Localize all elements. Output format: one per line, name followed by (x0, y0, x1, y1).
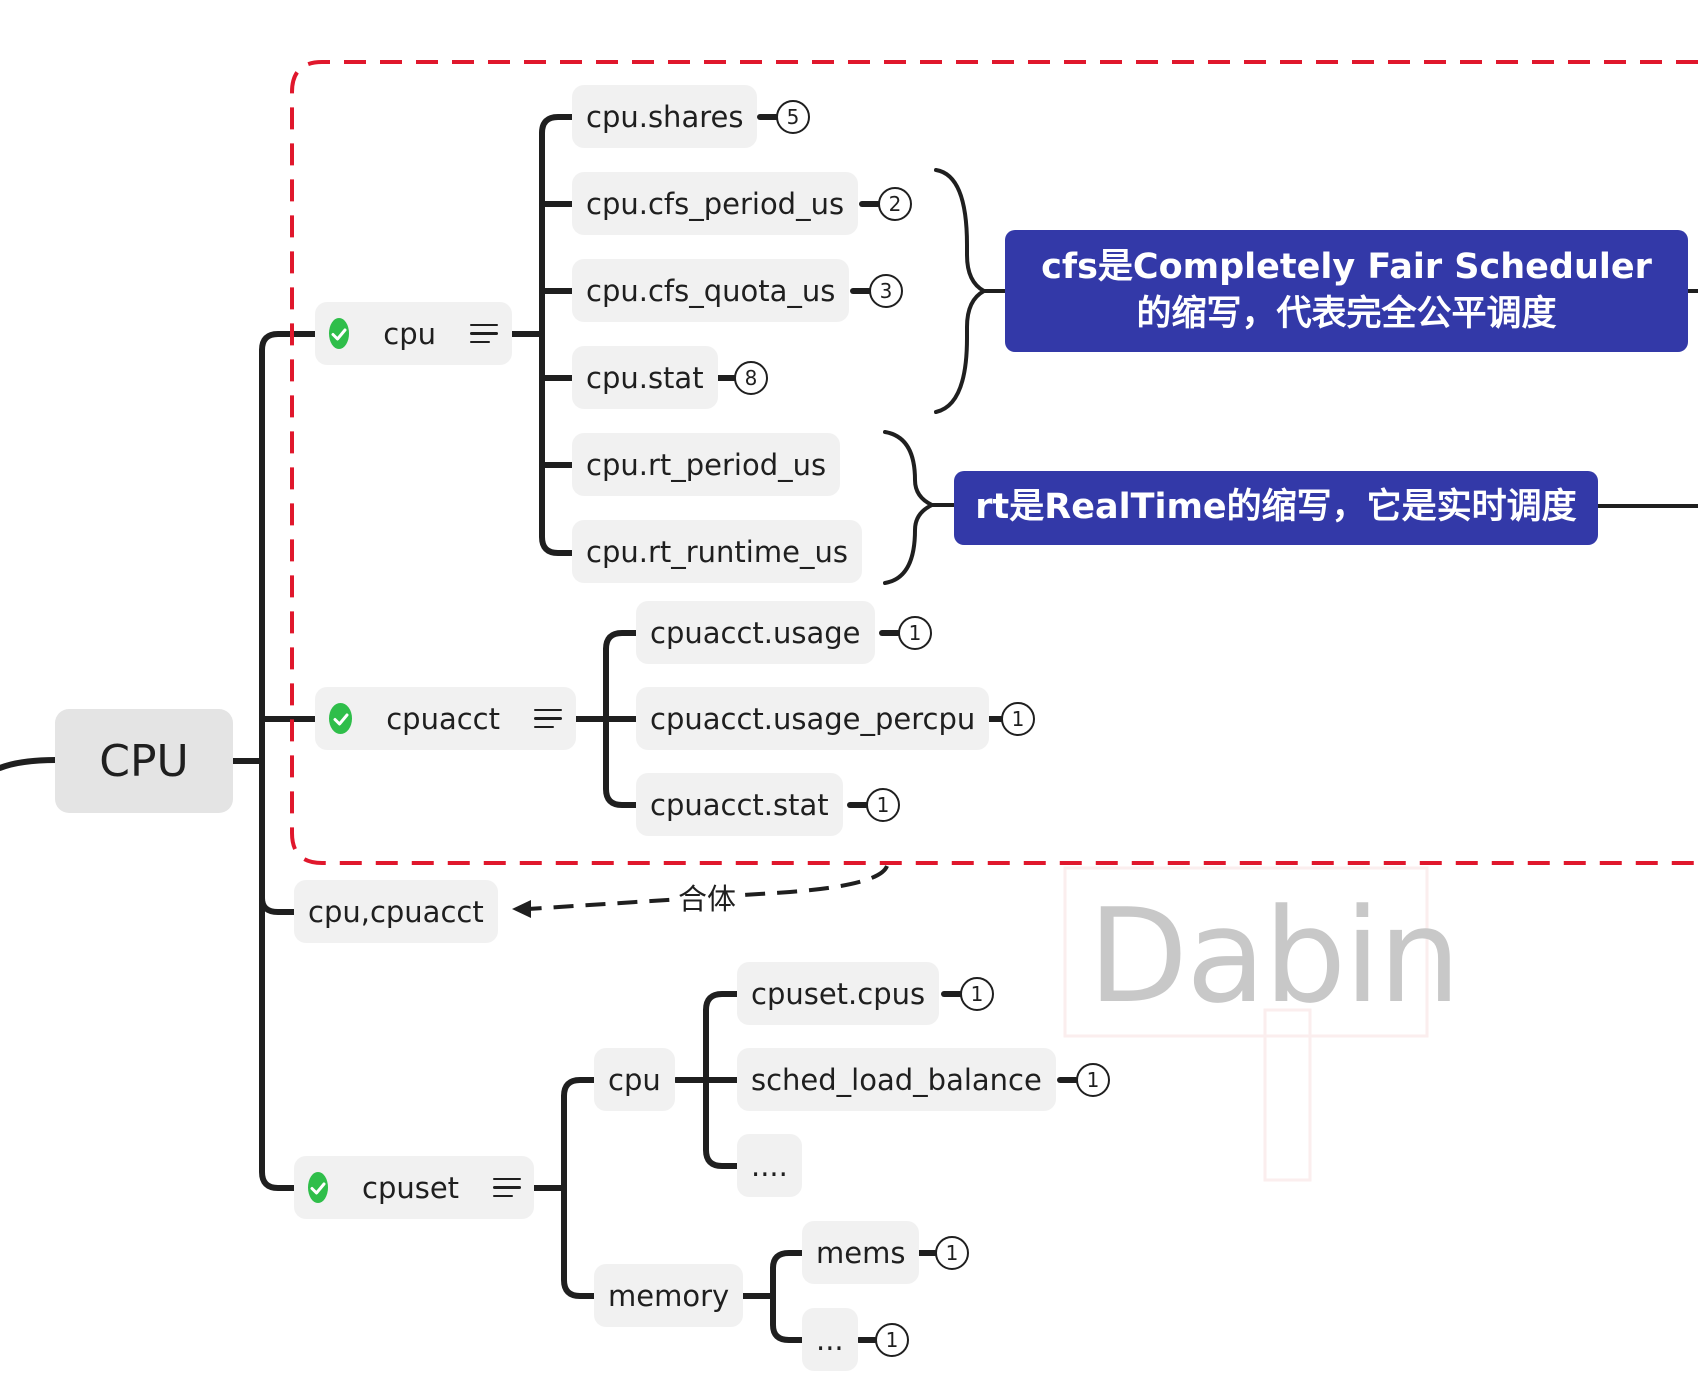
leaf-label: cpu.shares (586, 99, 744, 134)
leaf-cpuacct-usage-percpu[interactable]: cpuacct.usage_percpu (636, 687, 990, 750)
leaf-cpu-cfs-period-us[interactable]: cpu.cfs_period_us (572, 172, 859, 235)
leaf-cpu-stat[interactable]: cpu.stat (572, 346, 718, 409)
leaf-label: cpuacct.usage (650, 615, 861, 650)
count-badge[interactable]: 1 (875, 1323, 909, 1357)
leaf-cpuset-cpus[interactable]: cpuset.cpus (737, 962, 940, 1025)
leaf-label: sched_load_balance (751, 1062, 1042, 1097)
leaf-label: mems (816, 1235, 906, 1270)
notes-lines-icon[interactable] (470, 323, 498, 344)
leaf-label: .... (751, 1148, 788, 1183)
root-label: CPU (99, 735, 189, 787)
leaf-cpuacct-stat[interactable]: cpuacct.stat (636, 773, 843, 836)
count-badge[interactable]: 1 (866, 788, 900, 822)
count-badge[interactable]: 2 (878, 187, 912, 221)
leaf-label: cpu.rt_period_us (586, 447, 827, 482)
node-label: cpu,cpuacct (308, 894, 484, 929)
node-cpu-cpuacct-combined[interactable]: cpu,cpuacct (294, 880, 498, 943)
leaf-cpuset-more[interactable]: .... (737, 1134, 802, 1197)
node-cpuset-subsystem[interactable]: cpuset (294, 1156, 534, 1219)
leaf-label: ... (816, 1322, 844, 1357)
count-badge[interactable]: 5 (776, 100, 810, 134)
node-label: cpu (383, 316, 436, 351)
leaf-label: cpu.rt_runtime_us (586, 534, 848, 569)
mindmap-canvas: Dabin CPU cpu cpu.shares 5 cpu.cfs_perio… (0, 0, 1698, 1384)
count-badge[interactable]: 1 (935, 1236, 969, 1270)
merge-arrow-label: 合体 (676, 876, 739, 918)
check-circle-icon (308, 1172, 328, 1203)
leaf-label: cpuacct.stat (650, 787, 829, 822)
leaf-memory-more[interactable]: ... (802, 1308, 858, 1371)
node-label: cpuset (362, 1170, 460, 1205)
count-badge[interactable]: 3 (869, 274, 903, 308)
notes-lines-icon[interactable] (534, 708, 562, 729)
node-cpuset-cpu[interactable]: cpu (594, 1048, 675, 1111)
count-badge[interactable]: 1 (960, 977, 994, 1011)
count-badge[interactable]: 1 (1001, 702, 1035, 736)
count-badge[interactable]: 1 (1076, 1063, 1110, 1097)
node-cpu-subsystem[interactable]: cpu (315, 302, 512, 365)
watermark-text: Dabin (1088, 880, 1461, 1032)
leaf-cpuacct-usage[interactable]: cpuacct.usage (636, 601, 875, 664)
note-text: cfs是Completely Fair Scheduler的缩写，代表完全公平调… (1041, 246, 1652, 334)
node-label: cpuacct (386, 701, 500, 736)
leaf-label: cpu.stat (586, 360, 704, 395)
check-circle-icon (329, 318, 350, 349)
leaf-sched-load-balance[interactable]: sched_load_balance (737, 1048, 1056, 1111)
count-badge[interactable]: 8 (734, 361, 768, 395)
node-cpuset-memory[interactable]: memory (594, 1264, 744, 1327)
node-cpuacct-subsystem[interactable]: cpuacct (315, 687, 576, 750)
count-badge[interactable]: 1 (898, 616, 932, 650)
check-circle-icon (329, 703, 353, 734)
leaf-label: cpu.cfs_period_us (586, 186, 845, 221)
node-label: cpu (608, 1062, 661, 1097)
leaf-cpu-rt-runtime-us[interactable]: cpu.rt_runtime_us (572, 520, 862, 583)
root-node-cpu[interactable]: CPU (55, 709, 233, 813)
leaf-cpu-shares[interactable]: cpu.shares (572, 85, 758, 148)
leaf-label: cpuset.cpus (751, 976, 926, 1011)
note-rt[interactable]: rt是RealTime的缩写，它是实时调度 (954, 471, 1598, 545)
leaf-label: cpuacct.usage_percpu (650, 701, 976, 736)
leaf-label: cpu.cfs_quota_us (586, 273, 836, 308)
note-cfs[interactable]: cfs是Completely Fair Scheduler的缩写，代表完全公平调… (1005, 230, 1688, 352)
leaf-cpu-rt-period-us[interactable]: cpu.rt_period_us (572, 433, 841, 496)
leaf-cpu-cfs-quota-us[interactable]: cpu.cfs_quota_us (572, 259, 850, 322)
node-label: memory (608, 1278, 730, 1313)
leaf-mems[interactable]: mems (802, 1221, 920, 1284)
note-text: rt是RealTime的缩写，它是实时调度 (975, 487, 1577, 528)
notes-lines-icon[interactable] (493, 1177, 522, 1198)
